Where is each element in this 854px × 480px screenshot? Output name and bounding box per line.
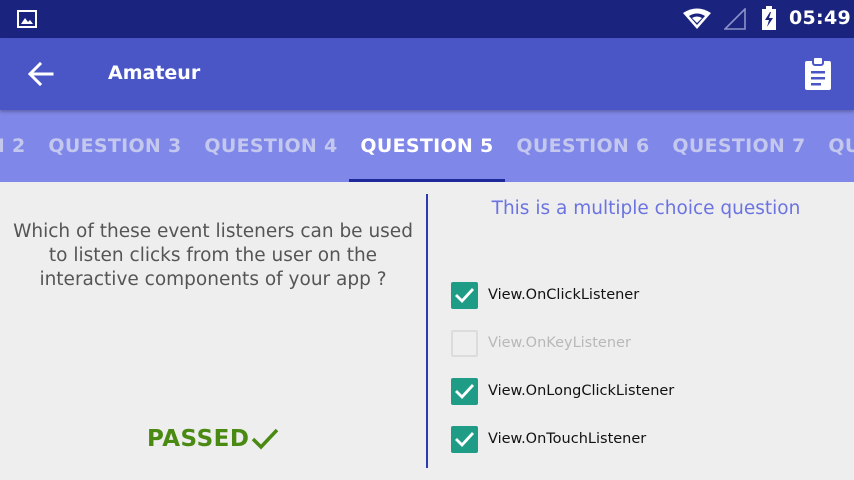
question-tabs: QUESTION 2 QUESTION 3 QUESTION 4 QUESTIO… <box>0 110 854 182</box>
checkbox-checked[interactable] <box>451 281 478 309</box>
status-bar: 05:49 <box>0 0 854 38</box>
tab-question-5[interactable]: QUESTION 5 <box>349 110 505 182</box>
clipboard-icon <box>805 56 831 90</box>
wifi-icon <box>683 8 711 29</box>
clipboard-button[interactable] <box>800 55 836 93</box>
tab-question-7[interactable]: QUESTION 7 <box>661 110 817 182</box>
back-arrow-icon <box>27 61 54 87</box>
question-text: Which of these event listeners can be us… <box>13 221 413 290</box>
page-title: Amateur <box>108 62 201 84</box>
checkbox-checked[interactable] <box>451 425 478 453</box>
status-time: 05:49 <box>789 7 851 29</box>
check-icon <box>455 288 475 303</box>
checkbox-checked[interactable] <box>451 377 478 405</box>
passed-label: PASSED <box>147 426 250 452</box>
tab-question-4[interactable]: QUESTION 4 <box>193 110 349 182</box>
image-notification-icon <box>17 10 37 28</box>
column-divider <box>426 194 428 468</box>
option-label: View.OnTouchListener <box>488 431 647 447</box>
back-button[interactable] <box>22 56 62 92</box>
passed-status: PASSED <box>147 422 279 456</box>
option-label: View.OnLongClickListener <box>488 383 675 399</box>
question-content: Which of these event listeners can be us… <box>0 182 854 480</box>
option-onclicklistener[interactable]: View.OnClickListener <box>451 281 639 309</box>
tab-question-2[interactable]: QUESTION 2 <box>0 110 37 182</box>
check-icon <box>455 432 475 447</box>
tab-question-6[interactable]: QUESTION 6 <box>505 110 661 182</box>
question-type-hint: This is a multiple choice question <box>491 198 801 219</box>
option-ontouchlistener[interactable]: View.OnTouchListener <box>451 425 646 453</box>
option-label: View.OnClickListener <box>488 287 640 303</box>
tab-question-3[interactable]: QUESTION 3 <box>37 110 193 182</box>
option-label: View.OnKeyListener <box>488 335 631 351</box>
option-onkeylistener: View.OnKeyListener <box>451 329 631 357</box>
toolbar: Amateur <box>0 38 854 110</box>
check-icon <box>455 384 475 399</box>
checkmark-icon <box>252 428 279 450</box>
battery-charging-icon <box>762 6 776 30</box>
option-onlongclicklistener[interactable]: View.OnLongClickListener <box>451 377 674 405</box>
signal-icon <box>724 8 746 30</box>
checkbox-disabled <box>451 329 478 357</box>
tab-question-8[interactable]: QUESTION 8 <box>817 110 854 182</box>
